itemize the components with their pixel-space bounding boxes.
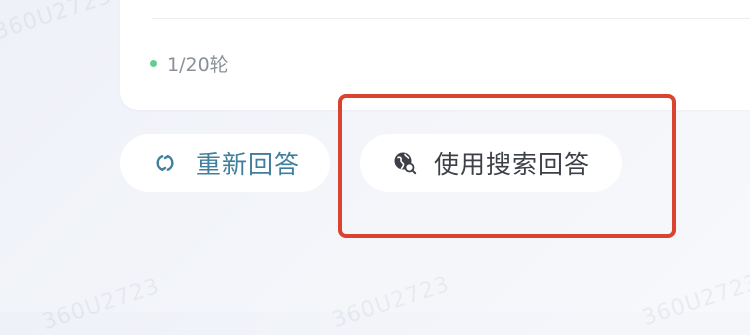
watermark-text: 360U2723 [329,271,453,334]
watermark-text: 360U2723 [0,0,115,46]
card-divider [152,18,750,19]
watermark-text: 360U2723 [39,273,163,335]
watermark-text: 360U2723 [639,269,750,332]
regenerate-button[interactable]: 重新回答 [120,134,330,192]
annotation-highlight-box [338,94,676,238]
status-dot [150,60,157,67]
refresh-icon [152,150,178,176]
round-counter: 1/20轮 [150,50,229,77]
regenerate-label: 重新回答 [196,150,301,179]
round-counter-text: 1/20轮 [167,54,229,76]
